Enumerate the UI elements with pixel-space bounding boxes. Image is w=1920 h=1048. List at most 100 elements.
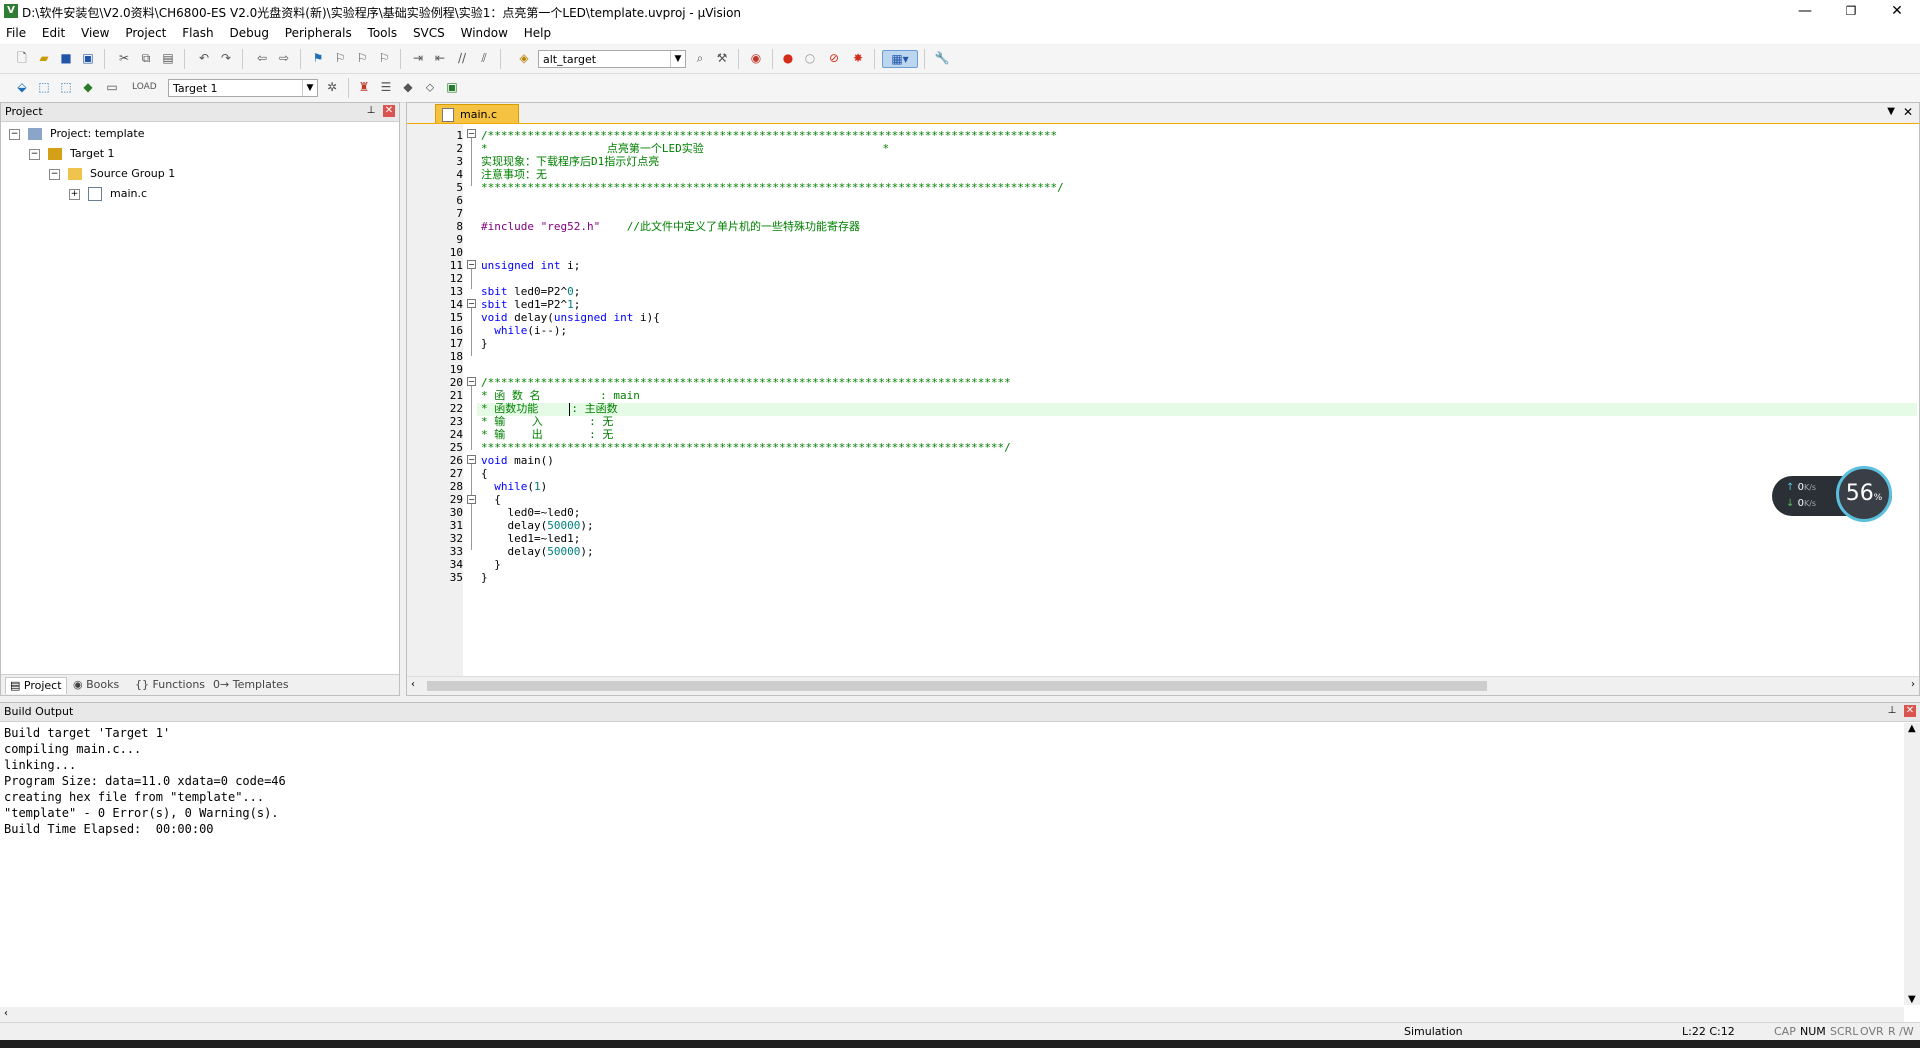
disable-breakpoint-icon[interactable]: ○	[802, 50, 818, 66]
pin-icon[interactable]: ⊥	[365, 105, 377, 117]
find-icon[interactable]: ⌕	[692, 50, 708, 66]
find-in-files-icon[interactable]: ◈	[516, 50, 532, 66]
tab-project[interactable]: ▤ Project	[5, 677, 67, 694]
manage-multi-project-icon[interactable]: ☰	[378, 79, 394, 95]
fold-icon[interactable]: −	[467, 299, 476, 308]
disable-all-breakpoints-icon[interactable]: ⊘	[826, 50, 842, 66]
clear-bookmarks-icon[interactable]: ⚐	[376, 50, 392, 66]
scroll-up-icon[interactable]: ▲	[1908, 723, 1916, 734]
fold-icon[interactable]: −	[467, 455, 476, 464]
code-line[interactable]: {	[481, 493, 501, 506]
pin-icon[interactable]: ⊥	[1886, 705, 1898, 717]
close-tab-icon[interactable]: ✕	[1903, 105, 1913, 119]
close-panel-icon[interactable]: ✕	[1904, 705, 1916, 717]
menu-tools[interactable]: Tools	[362, 24, 404, 40]
scroll-thumb[interactable]	[427, 681, 1487, 691]
code-line[interactable]: ****************************************…	[481, 441, 1011, 454]
kill-all-breakpoints-icon[interactable]: ✸	[850, 50, 866, 66]
open-folder-icon[interactable]: ▰	[36, 50, 52, 66]
code-line[interactable]: }	[481, 558, 501, 571]
tree-target[interactable]: − Target 1	[29, 145, 115, 163]
horizontal-scrollbar[interactable]: ‹ ›	[407, 676, 1919, 695]
code-line[interactable]: void main()	[481, 454, 554, 467]
find-combo[interactable]: alt_target ▼	[538, 50, 686, 68]
start-debug-icon[interactable]: ◉	[748, 50, 764, 66]
code-line[interactable]: 注意事项：无	[481, 168, 547, 181]
code-line[interactable]: delay(50000);	[481, 545, 593, 558]
code-line[interactable]: #include "reg52.h" //此文件中定义了单片机的一些特殊功能寄存…	[481, 220, 860, 233]
stop-build-icon[interactable]: ▭	[104, 79, 120, 95]
paste-icon[interactable]: ▤	[160, 50, 176, 66]
menu-window[interactable]: Window	[455, 24, 514, 40]
vertical-scrollbar[interactable]: ▲ ▼	[1904, 723, 1920, 1005]
next-bookmark-icon[interactable]: ⚐	[354, 50, 370, 66]
close-window-button[interactable]: ✕	[1874, 0, 1920, 24]
fold-icon[interactable]: −	[467, 495, 476, 504]
undo-icon[interactable]: ↶	[196, 50, 212, 66]
code-line[interactable]: }	[481, 571, 488, 584]
code-line[interactable]: 实现现象：下载程序后D1指示灯点亮	[481, 155, 659, 168]
download-icon[interactable]: LOAD	[132, 79, 157, 95]
target-options-icon[interactable]: ✲	[324, 79, 340, 95]
code-line[interactable]: while(1)	[481, 480, 547, 493]
save-icon[interactable]: ■	[58, 50, 74, 66]
code-line[interactable]: {	[481, 467, 488, 480]
menu-help[interactable]: Help	[518, 24, 557, 40]
scroll-right-icon[interactable]: ›	[1911, 679, 1915, 690]
incremental-find-icon[interactable]: ⚒	[714, 50, 730, 66]
code-line[interactable]: ****************************************…	[481, 181, 1064, 194]
unindent-icon[interactable]: ⇤	[432, 50, 448, 66]
code-line[interactable]: * 输 出 : 无	[481, 428, 613, 441]
horizontal-scrollbar[interactable]: ‹	[0, 1007, 1904, 1023]
uncomment-icon[interactable]: ⫽	[476, 50, 492, 66]
collapse-icon[interactable]: −	[9, 128, 20, 140]
manage-components-icon[interactable]: ◆	[400, 79, 416, 95]
code-line[interactable]: * 点亮第一个LED实验 *	[481, 142, 889, 155]
comment-icon[interactable]: //	[454, 50, 470, 66]
translate-icon[interactable]: ⬙	[14, 79, 30, 95]
menu-flash[interactable]: Flash	[176, 24, 219, 40]
code-line[interactable]: led1=~led1;	[481, 532, 580, 545]
menu-file[interactable]: File	[0, 24, 32, 40]
scroll-left-icon[interactable]: ‹	[411, 679, 415, 690]
code-line[interactable]: unsigned int i;	[481, 259, 580, 272]
menu-view[interactable]: View	[75, 24, 115, 40]
menu-debug[interactable]: Debug	[223, 24, 274, 40]
bookmark-icon[interactable]: ⚑	[310, 50, 326, 66]
window-layout-icon[interactable]: ▦▾	[882, 50, 918, 68]
new-file-icon[interactable]: 🗋	[14, 50, 30, 66]
menu-edit[interactable]: Edit	[36, 24, 71, 40]
scroll-left-icon[interactable]: ‹	[4, 1008, 8, 1019]
tree-file-main[interactable]: + main.c	[69, 185, 147, 203]
scroll-down-icon[interactable]: ▼	[1908, 994, 1916, 1005]
configure-icon[interactable]: 🔧	[934, 50, 950, 66]
save-all-icon[interactable]: ▣	[80, 50, 96, 66]
fold-icon[interactable]: −	[467, 129, 476, 138]
copy-icon[interactable]: ⧉	[138, 50, 154, 66]
tab-list-dropdown-icon[interactable]: ▼	[1887, 106, 1895, 117]
redo-icon[interactable]: ↷	[218, 50, 234, 66]
code-line[interactable]: * 输 入 : 无	[481, 415, 613, 428]
code-line[interactable]: delay(50000);	[481, 519, 593, 532]
target-select[interactable]: Target 1 ▼	[168, 79, 318, 97]
tree-source-group[interactable]: − Source Group 1	[49, 165, 175, 183]
menu-svcs[interactable]: SVCS	[407, 24, 451, 40]
code-line[interactable]: sbit led1=P2^1;	[481, 298, 580, 311]
code-line[interactable]: led0=~led0;	[481, 506, 580, 519]
pack-installer-icon[interactable]: ▣	[444, 79, 460, 95]
code-line[interactable]: sbit led0=P2^0;	[481, 285, 580, 298]
breakpoint-icon[interactable]: ●	[780, 50, 796, 66]
manage-project-items-icon[interactable]: ♜	[356, 79, 372, 95]
expand-icon[interactable]: +	[69, 188, 80, 200]
cut-icon[interactable]: ✂	[116, 50, 132, 66]
fold-icon[interactable]: −	[467, 377, 476, 386]
rebuild-icon[interactable]: ⬚	[58, 79, 74, 95]
code-line[interactable]: void delay(unsigned int i){	[481, 311, 660, 324]
code-line[interactable]: * 函数功能 : 主函数	[481, 402, 618, 415]
tab-templates[interactable]: 0→ Templates	[209, 677, 293, 693]
tree-project-root[interactable]: − Project: template	[9, 125, 145, 143]
code-line[interactable]: }	[481, 337, 488, 350]
fold-icon[interactable]: −	[467, 260, 476, 269]
code-line[interactable]: * 函 数 名 : main	[481, 389, 640, 402]
code-line[interactable]: while(i--);	[481, 324, 567, 337]
